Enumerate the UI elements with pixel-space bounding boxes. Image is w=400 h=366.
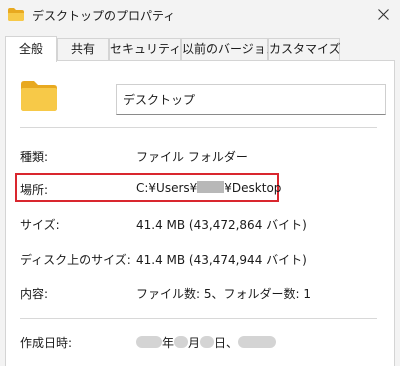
- size-value: 41.4 MB (43,472,864 バイト): [136, 218, 307, 232]
- close-icon: [378, 9, 389, 20]
- redacted-time: [238, 336, 277, 348]
- location-label: 場所:: [20, 183, 49, 197]
- disk-size-value: 41.4 MB (43,474,944 バイト): [136, 253, 307, 267]
- location-value: C:¥Users¥ ¥Desktop: [136, 181, 281, 195]
- folder-name-field[interactable]: [116, 84, 386, 115]
- redacted-month: [174, 336, 189, 348]
- size-label: サイズ:: [20, 218, 60, 232]
- type-label: 種類:: [20, 150, 49, 164]
- tab-sharing[interactable]: 共有: [57, 38, 109, 60]
- folder-icon: [8, 8, 24, 21]
- contents-value: ファイル数: 5、フォルダー数: 1: [136, 287, 311, 301]
- tab-customize[interactable]: カスタマイズ: [268, 38, 341, 60]
- type-value: ファイル フォルダー: [136, 150, 248, 164]
- created-value: 年月日、: [136, 334, 277, 351]
- window-title: デスクトップのプロパティ: [32, 9, 176, 23]
- close-button[interactable]: [370, 2, 398, 28]
- tab-strip: 全般 共有 セキュリティ 以前のバージョン カスタマイズ: [0, 36, 400, 62]
- contents-label: 内容:: [20, 287, 49, 301]
- created-label: 作成日時:: [20, 336, 73, 350]
- tab-previous-versions[interactable]: 以前のバージョン: [181, 38, 278, 60]
- divider: [20, 127, 377, 128]
- disk-size-label: ディスク上のサイズ:: [20, 253, 131, 267]
- title-bar: デスクトップのプロパティ: [0, 0, 400, 32]
- divider: [20, 318, 377, 319]
- day-separator: 日、: [214, 336, 239, 350]
- folder-icon: [21, 81, 57, 111]
- redacted-username: [197, 181, 225, 193]
- tab-general[interactable]: 全般: [5, 36, 57, 62]
- tab-security[interactable]: セキュリティ: [109, 38, 181, 60]
- location-suffix: ¥Desktop: [224, 181, 282, 195]
- year-separator: 年: [162, 336, 175, 350]
- month-separator: 月: [188, 336, 201, 350]
- location-prefix: C:¥Users¥: [136, 181, 198, 195]
- redacted-year: [136, 336, 162, 348]
- redacted-day: [200, 336, 215, 348]
